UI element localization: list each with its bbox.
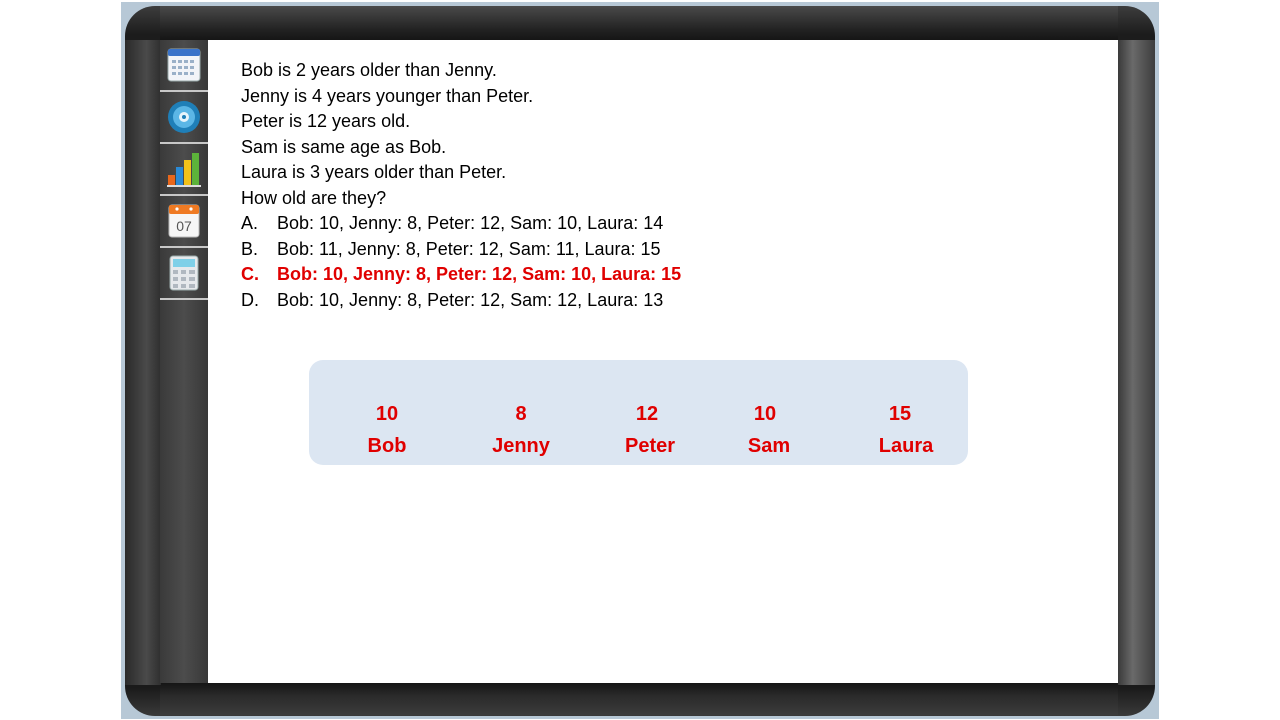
answer-name: Peter [624, 435, 676, 457]
option-a[interactable]: A. Bob: 10, Jenny: 8, Peter: 12, Sam: 10,… [241, 211, 681, 237]
calendar-grid-tool[interactable] [160, 40, 208, 92]
bar-chart-tool[interactable] [160, 144, 208, 196]
question-line: Laura is 3 years older than Peter. [241, 162, 507, 182]
calculator-icon [169, 255, 199, 291]
date-label: 07 [176, 218, 192, 234]
disc-icon [168, 101, 200, 133]
answer-age: 10 [375, 403, 399, 425]
option-text: Bob: 11, Jenny: 8, Peter: 12, Sam: 11, L… [277, 238, 661, 259]
option-letter: B. [241, 238, 259, 259]
answer-age: 8 [515, 403, 527, 425]
answer-name: Sam [747, 435, 791, 457]
question-block: Bob is 2 years older than Jenny. Jenny i… [241, 58, 681, 313]
option-b[interactable]: B. Bob: 11, Jenny: 8, Peter: 12, Sam: 11,… [241, 237, 681, 263]
question-prompt: How old are they? [241, 187, 387, 208]
frame-right [1118, 40, 1155, 685]
answer-name: Bob [367, 435, 407, 457]
option-text: Bob: 10, Jenny: 8, Peter: 12, Sam: 10, L… [277, 264, 682, 284]
answer-name: Jenny [492, 435, 550, 457]
question-line: Sam is same age as Bob. [241, 136, 447, 157]
frame-top [160, 6, 1118, 40]
option-letter: D. [241, 289, 259, 310]
answer-age: 10 [753, 403, 777, 425]
option-text: Bob: 10, Jenny: 8, Peter: 12, Sam: 12, L… [277, 289, 664, 310]
frame-bottom [160, 683, 1118, 715]
calendar-grid-icon [167, 48, 201, 82]
date-07-icon: 07 [168, 204, 200, 238]
answer-age: 12 [635, 403, 659, 425]
answer-name: Laura [878, 435, 934, 457]
calculator-tool[interactable] [160, 248, 208, 300]
disc-tool[interactable] [160, 92, 208, 144]
question-line: Bob is 2 years older than Jenny. [241, 60, 497, 80]
answer-age: 15 [888, 403, 912, 425]
option-text: Bob: 10, Jenny: 8, Peter: 12, Sam: 10, L… [277, 213, 664, 233]
question-line: Peter is 12 years old. [241, 111, 411, 131]
option-letter: A. [241, 213, 259, 233]
frame-left [125, 40, 161, 685]
date-tool[interactable]: 07 [160, 196, 208, 248]
question-line: Jenny is 4 years younger than Peter. [241, 85, 534, 106]
option-d[interactable]: D. Bob: 10, Jenny: 8, Peter: 12, Sam: 12,… [241, 288, 681, 314]
bar-chart-icon [167, 153, 201, 187]
side-toolbar: 07 [160, 40, 208, 683]
option-c-correct[interactable]: C. Bob: 10, Jenny: 8, Peter: 12, Sam: 10,… [241, 262, 681, 288]
option-letter: C. [241, 264, 259, 284]
